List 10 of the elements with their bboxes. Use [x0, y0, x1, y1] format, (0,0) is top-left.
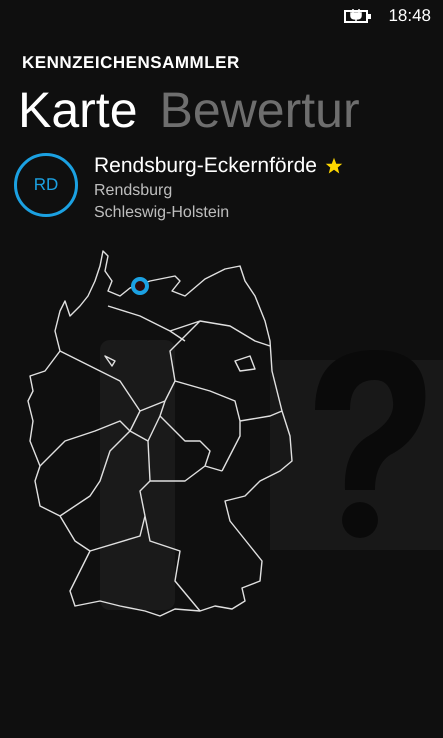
status-time: 18:48 — [388, 5, 431, 28]
state-name: Schleswig-Holstein — [94, 202, 230, 222]
plate-code-badge: RD — [14, 152, 78, 216]
battery-charging-icon — [344, 9, 372, 23]
app-title: KENNZEICHENSAMMLER — [22, 52, 241, 74]
pivot-tab[interactable]: Karte — [18, 78, 138, 142]
pivot-tab[interactable]: Bewertur — [160, 78, 360, 142]
city-name: Rendsburg — [94, 180, 174, 200]
location-pin-icon — [131, 276, 149, 294]
district-name: Rendsburg-Eckernförde — [94, 152, 317, 178]
